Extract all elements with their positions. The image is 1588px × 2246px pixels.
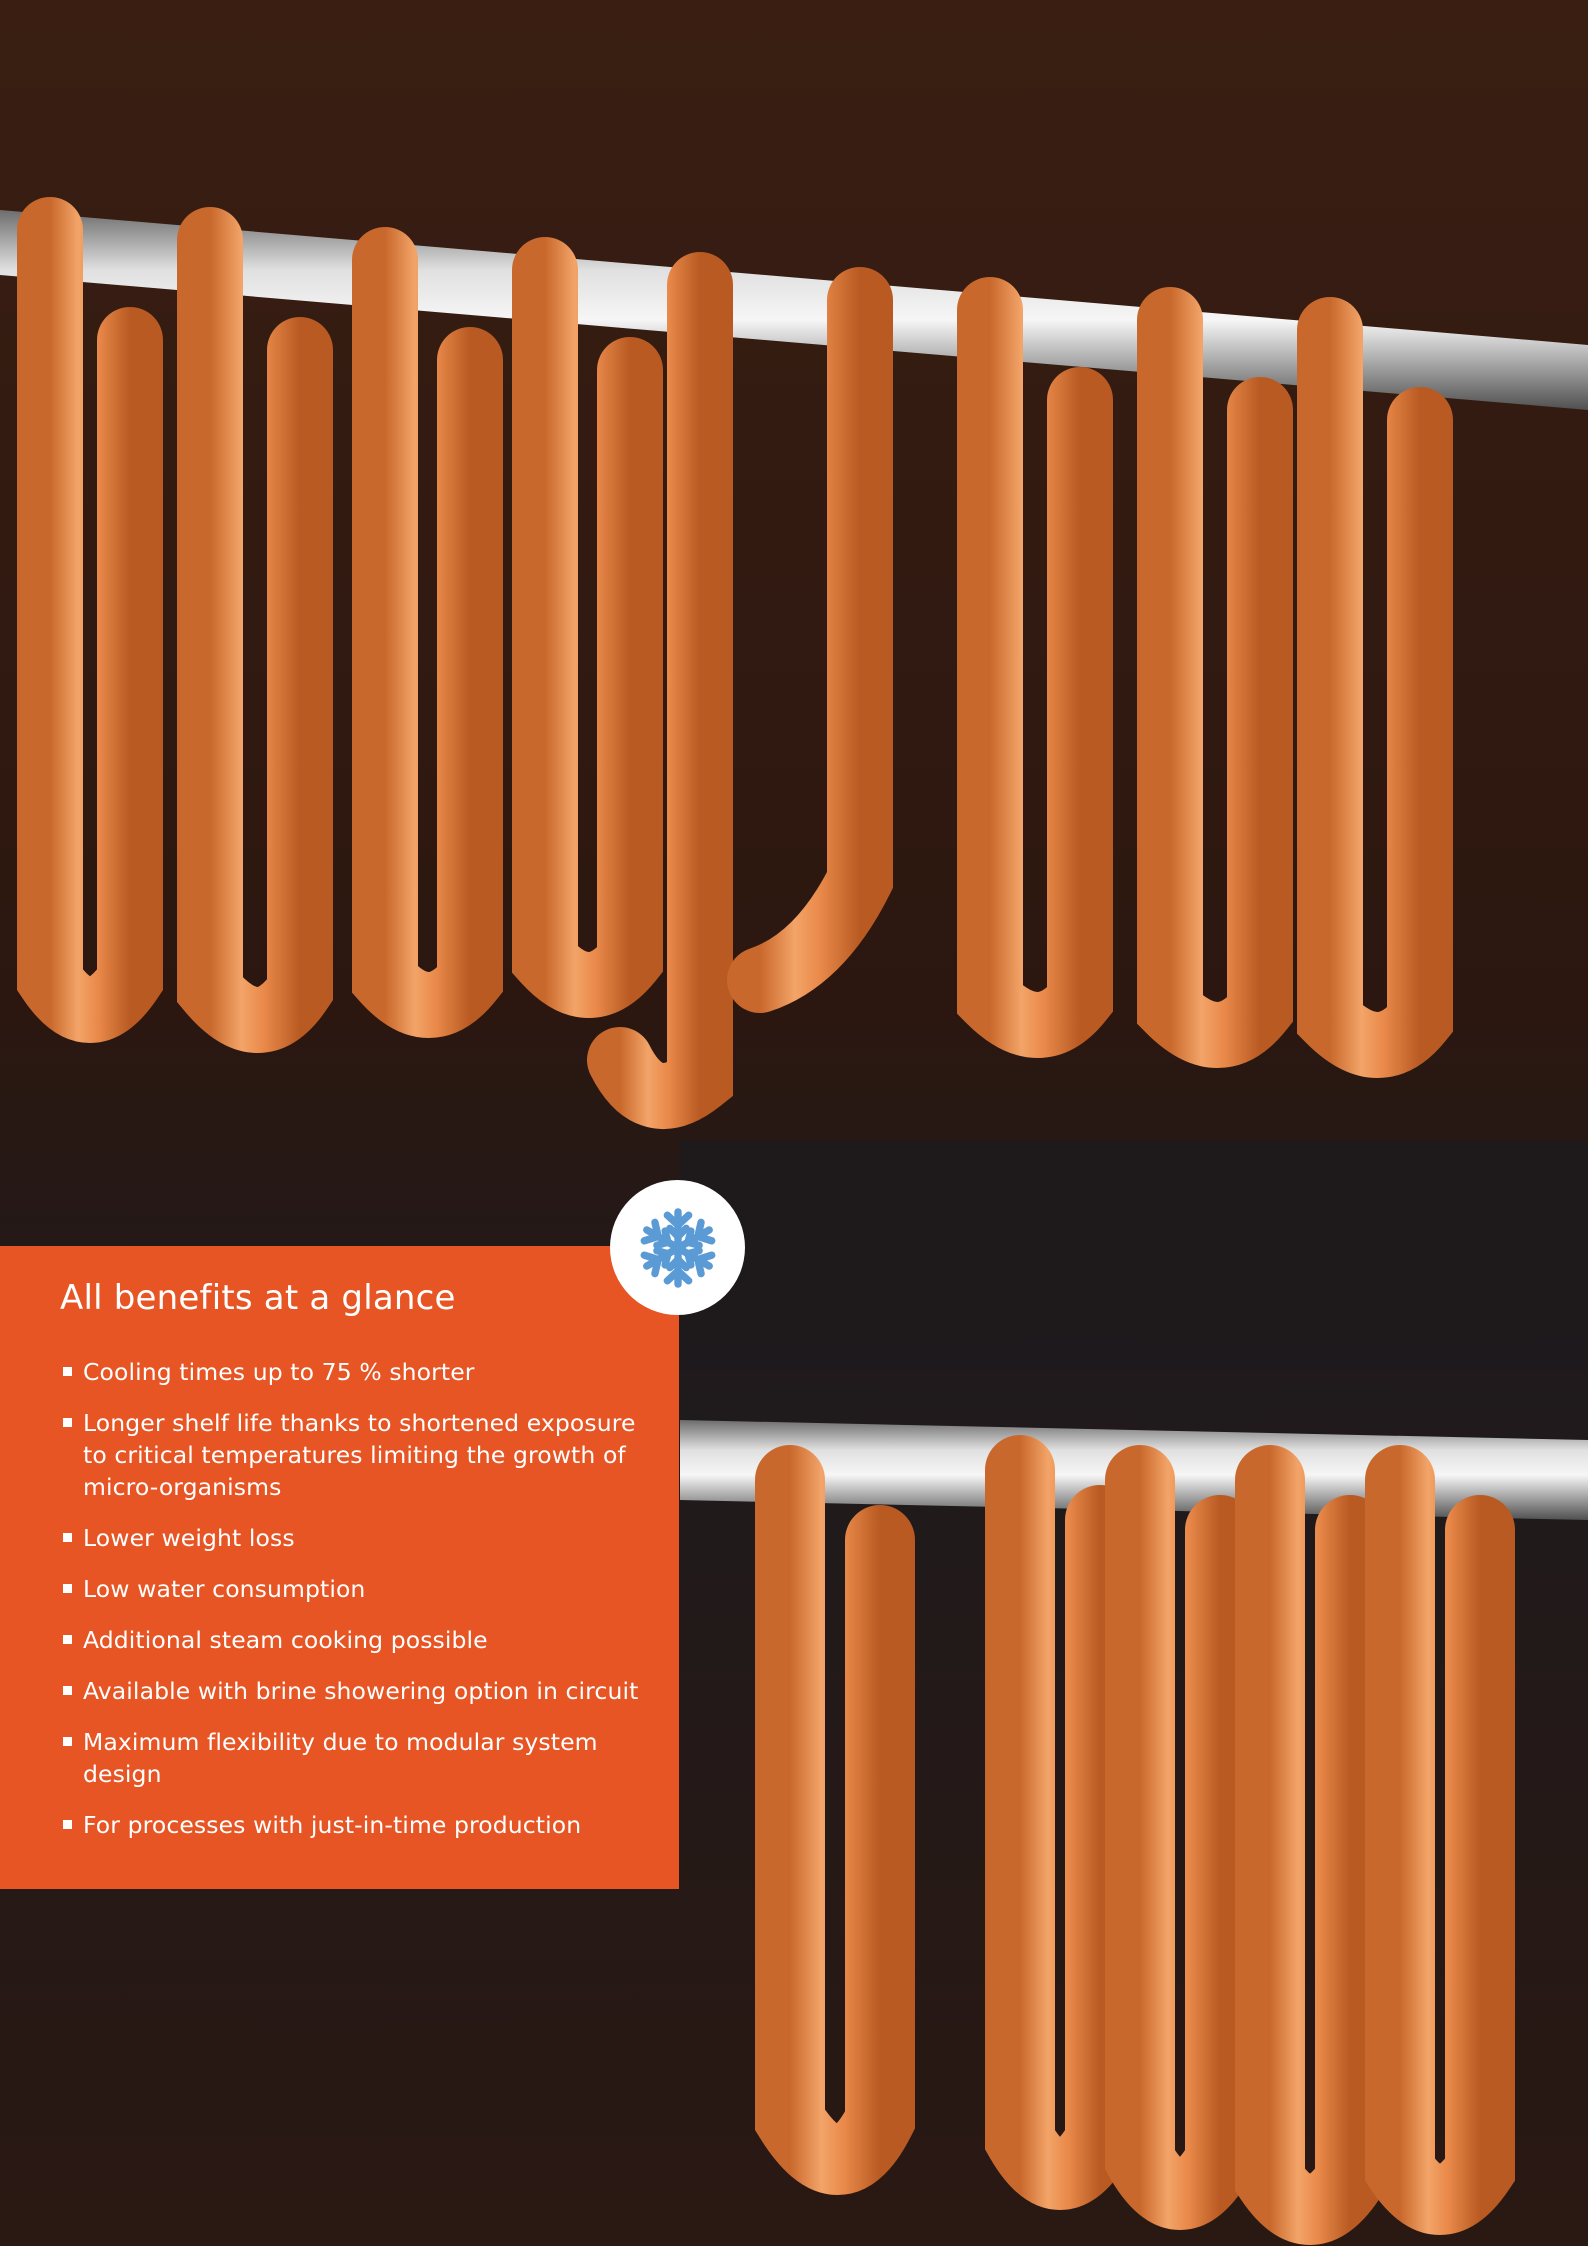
panel-title: All benefits at a glance — [60, 1278, 456, 1318]
square-bullet-icon — [63, 1418, 72, 1428]
square-bullet-icon — [63, 1367, 72, 1377]
benefits-panel: All benefits at a glance Cooling times u… — [0, 1246, 679, 1889]
sausage-photo — [0, 0, 1588, 2246]
list-item: Low water consumption — [60, 1573, 639, 1605]
square-bullet-icon — [63, 1635, 72, 1645]
list-item: Maximum flexibility due to modular syste… — [60, 1726, 639, 1790]
cooling-badge — [610, 1180, 745, 1315]
list-item-text: Low water consumption — [83, 1575, 366, 1604]
list-item: Lower weight loss — [60, 1522, 639, 1554]
list-item: For processes with just-in-time producti… — [60, 1809, 639, 1841]
square-bullet-icon — [63, 1820, 72, 1830]
square-bullet-icon — [63, 1686, 72, 1696]
list-item-text: Cooling times up to 75 % shorter — [83, 1358, 475, 1387]
list-item-text: Longer shelf life thanks to shortened ex… — [83, 1409, 636, 1502]
snowflake-icon — [637, 1207, 719, 1289]
benefit-list: Cooling times up to 75 % shorter Longer … — [60, 1356, 639, 1841]
square-bullet-icon — [63, 1737, 72, 1747]
list-item: Additional steam cooking possible — [60, 1624, 639, 1656]
list-item-text: Available with brine showering option in… — [83, 1677, 639, 1706]
list-item: Cooling times up to 75 % shorter — [60, 1356, 639, 1388]
square-bullet-icon — [63, 1533, 72, 1543]
list-item: Available with brine showering option in… — [60, 1675, 639, 1707]
list-item-text: Maximum flexibility due to modular syste… — [83, 1728, 598, 1789]
list-item-text: Lower weight loss — [83, 1524, 295, 1553]
list-item-text: Additional steam cooking possible — [83, 1626, 488, 1655]
square-bullet-icon — [63, 1584, 72, 1594]
brochure-page: All benefits at a glance Cooling times u… — [0, 0, 1588, 2246]
list-item: Longer shelf life thanks to shortened ex… — [60, 1407, 639, 1503]
list-item-text: For processes with just-in-time producti… — [83, 1811, 582, 1840]
